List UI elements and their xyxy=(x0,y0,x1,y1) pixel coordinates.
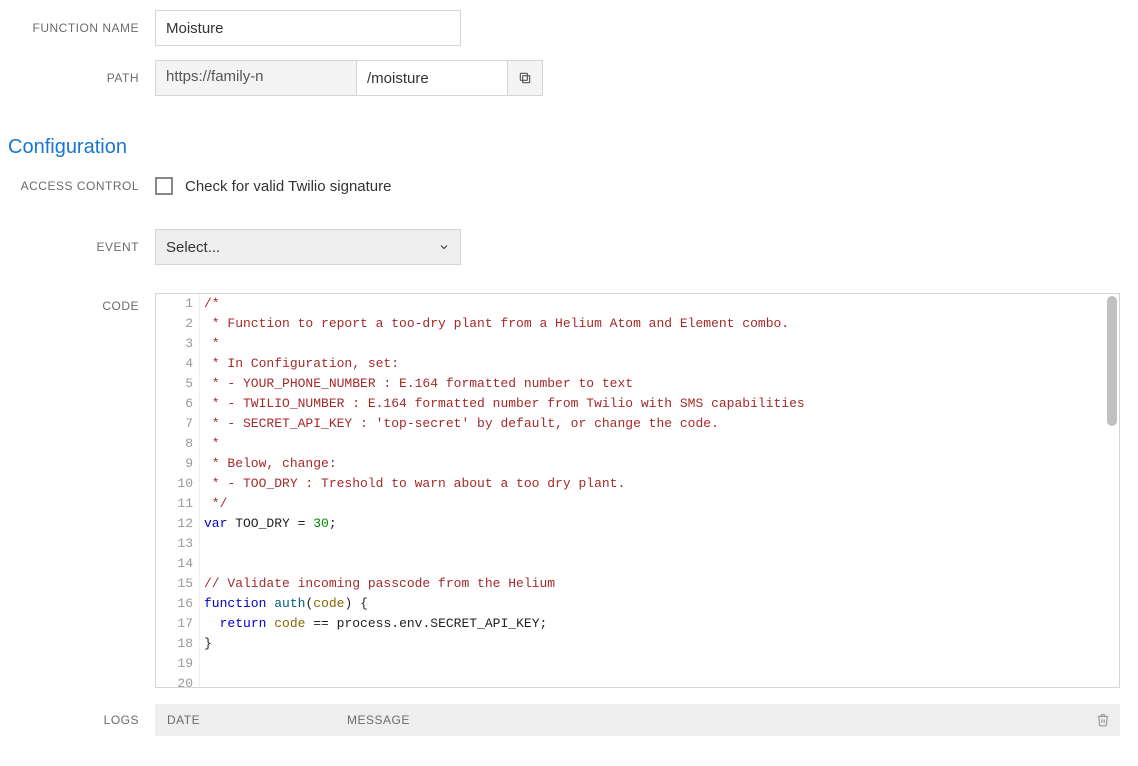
line-number: 9 xyxy=(156,454,200,474)
path-group: https://family-n xyxy=(155,60,543,96)
code-line: 12var TOO_DRY = 30; xyxy=(156,514,1119,534)
code-line: 11 */ xyxy=(156,494,1119,514)
function-name-label: FUNCTION NAME xyxy=(0,21,155,35)
chevron-down-icon xyxy=(438,241,450,253)
line-content: * In Configuration, set: xyxy=(200,354,399,374)
code-label: CODE xyxy=(0,293,155,313)
line-number: 14 xyxy=(156,554,200,574)
line-number: 6 xyxy=(156,394,200,414)
line-content xyxy=(200,534,204,554)
function-name-row: FUNCTION NAME xyxy=(0,10,1138,46)
code-line: 14 xyxy=(156,554,1119,574)
line-content: // Validate incoming passcode from the H… xyxy=(200,574,555,594)
code-line: 1/* xyxy=(156,294,1119,314)
line-number: 1 xyxy=(156,294,200,314)
code-line: 3 * xyxy=(156,334,1119,354)
configuration-section-title: Configuration xyxy=(8,136,1138,159)
line-number: 15 xyxy=(156,574,200,594)
path-domain-display: https://family-n xyxy=(155,60,357,96)
code-line: 9 * Below, change: xyxy=(156,454,1119,474)
logs-header: DATE MESSAGE xyxy=(155,704,1120,736)
line-content: */ xyxy=(200,494,227,514)
line-content: var TOO_DRY = 30; xyxy=(200,514,337,534)
function-name-input[interactable] xyxy=(155,10,461,46)
line-content: * - SECRET_API_KEY : 'top-secret' by def… xyxy=(200,414,719,434)
line-content xyxy=(200,554,204,574)
code-line: 10 * - TOO_DRY : Treshold to warn about … xyxy=(156,474,1119,494)
trash-icon[interactable] xyxy=(1096,713,1110,727)
logs-row: LOGS DATE MESSAGE xyxy=(0,704,1138,736)
code-line: 7 * - SECRET_API_KEY : 'top-secret' by d… xyxy=(156,414,1119,434)
event-row: EVENT Select... xyxy=(0,229,1138,265)
line-content: * Function to report a too-dry plant fro… xyxy=(200,314,789,334)
code-line: 2 * Function to report a too-dry plant f… xyxy=(156,314,1119,334)
logs-label: LOGS xyxy=(0,713,155,727)
line-number: 8 xyxy=(156,434,200,454)
line-content: } xyxy=(200,634,212,654)
line-number: 13 xyxy=(156,534,200,554)
line-content: * xyxy=(200,434,220,454)
access-control-checkbox-label: Check for valid Twilio signature xyxy=(185,178,391,195)
line-content xyxy=(200,674,204,688)
line-number: 19 xyxy=(156,654,200,674)
line-number: 12 xyxy=(156,514,200,534)
line-number: 2 xyxy=(156,314,200,334)
line-content: return code == process.env.SECRET_API_KE… xyxy=(200,614,547,634)
code-line: 19 xyxy=(156,654,1119,674)
line-content: * Below, change: xyxy=(200,454,337,474)
line-content: * xyxy=(200,334,220,354)
code-editor[interactable]: 1/*2 * Function to report a too-dry plan… xyxy=(155,293,1120,688)
copy-path-button[interactable] xyxy=(507,60,543,96)
line-number: 11 xyxy=(156,494,200,514)
line-content xyxy=(200,654,204,674)
code-lines-container: 1/*2 * Function to report a too-dry plan… xyxy=(156,294,1119,688)
line-content: * - YOUR_PHONE_NUMBER : E.164 formatted … xyxy=(200,374,633,394)
line-number: 16 xyxy=(156,594,200,614)
line-content: function auth(code) { xyxy=(200,594,368,614)
line-number: 3 xyxy=(156,334,200,354)
line-number: 5 xyxy=(156,374,200,394)
code-line: 5 * - YOUR_PHONE_NUMBER : E.164 formatte… xyxy=(156,374,1119,394)
event-selected-value: Select... xyxy=(166,239,220,256)
logs-date-column: DATE xyxy=(167,713,347,727)
access-control-row: ACCESS CONTROL Check for valid Twilio si… xyxy=(0,177,1138,195)
code-line: 17 return code == process.env.SECRET_API… xyxy=(156,614,1119,634)
line-number: 10 xyxy=(156,474,200,494)
code-line: 6 * - TWILIO_NUMBER : E.164 formatted nu… xyxy=(156,394,1119,414)
event-select[interactable]: Select... xyxy=(155,229,461,265)
path-row: PATH https://family-n xyxy=(0,60,1138,96)
code-line: 4 * In Configuration, set: xyxy=(156,354,1119,374)
logs-message-column: MESSAGE xyxy=(347,713,410,727)
line-content: * - TOO_DRY : Treshold to warn about a t… xyxy=(200,474,625,494)
code-line: 20 xyxy=(156,674,1119,688)
line-content: * - TWILIO_NUMBER : E.164 formatted numb… xyxy=(200,394,805,414)
access-control-checkbox[interactable] xyxy=(155,177,173,195)
line-content: /* xyxy=(200,294,220,314)
copy-icon xyxy=(518,71,532,85)
access-control-checkbox-wrap: Check for valid Twilio signature xyxy=(155,177,391,195)
event-label: EVENT xyxy=(0,240,155,254)
line-number: 4 xyxy=(156,354,200,374)
code-line: 13 xyxy=(156,534,1119,554)
line-number: 7 xyxy=(156,414,200,434)
line-number: 18 xyxy=(156,634,200,654)
line-number: 20 xyxy=(156,674,200,688)
code-line: 16function auth(code) { xyxy=(156,594,1119,614)
code-line: 15// Validate incoming passcode from the… xyxy=(156,574,1119,594)
path-label: PATH xyxy=(0,71,155,85)
path-input[interactable] xyxy=(356,60,508,96)
scrollbar-thumb[interactable] xyxy=(1107,296,1117,426)
line-number: 17 xyxy=(156,614,200,634)
code-row: CODE 1/*2 * Function to report a too-dry… xyxy=(0,293,1138,688)
code-line: 18} xyxy=(156,634,1119,654)
code-line: 8 * xyxy=(156,434,1119,454)
access-control-label: ACCESS CONTROL xyxy=(0,179,155,193)
